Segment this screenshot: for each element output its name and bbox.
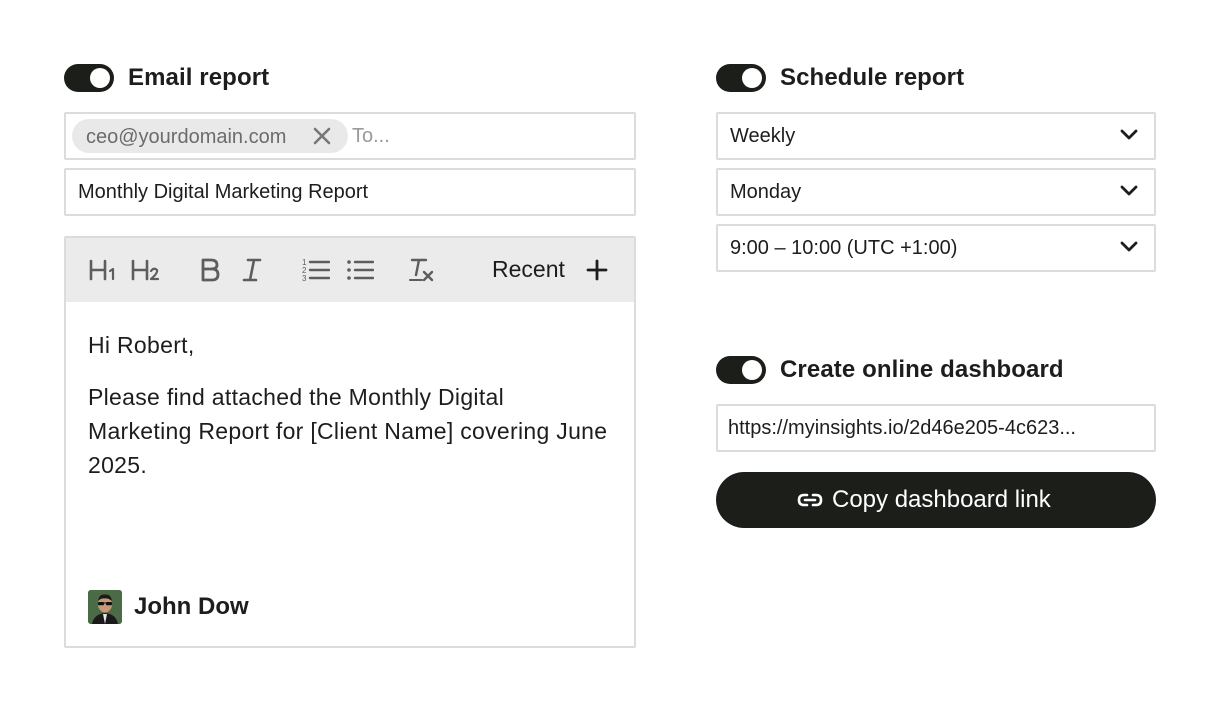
dashboard-url-field[interactable]: https://myinsights.io/2d46e205-4c623...	[716, 404, 1156, 452]
online-dashboard-toggle[interactable]	[716, 356, 766, 384]
email-greeting: Hi Robert,	[88, 332, 195, 358]
frequency-select[interactable]: Weekly	[716, 112, 1156, 160]
frequency-value: Weekly	[730, 125, 796, 147]
signer-name: John Dow	[134, 593, 249, 620]
day-value: Monday	[730, 181, 802, 203]
copy-dashboard-link-label: Copy dashboard link	[832, 486, 1051, 513]
editor-toolbar: 1 2 3 Recent	[66, 238, 634, 302]
avatar-portrait-icon	[88, 590, 122, 624]
heading-1-icon[interactable]	[88, 254, 120, 286]
email-editor[interactable]: 1 2 3 Recent Hi Robert, Please find atta…	[64, 236, 636, 648]
time-select[interactable]: 9:00 – 10:00 (UTC +1:00)	[716, 224, 1156, 272]
online-dashboard-title: Create online dashboard	[780, 356, 1064, 383]
time-value: 9:00 – 10:00 (UTC +1:00)	[730, 237, 958, 259]
recipients-field[interactable]: ceo@yourdomain.com	[64, 112, 636, 160]
toggle-knob	[742, 360, 762, 380]
italic-icon[interactable]	[240, 254, 264, 286]
recent-button[interactable]: Recent	[492, 256, 565, 283]
toggle-knob	[742, 68, 762, 88]
day-select[interactable]: Monday	[716, 168, 1156, 216]
recipient-chip: ceo@yourdomain.com	[72, 119, 348, 153]
toggle-knob	[90, 68, 110, 88]
heading-2-icon[interactable]	[130, 254, 162, 286]
svg-text:3: 3	[302, 274, 307, 283]
email-report-title: Email report	[128, 64, 270, 91]
schedule-report-toggle[interactable]	[716, 64, 766, 92]
bullet-list-icon[interactable]	[346, 254, 374, 286]
avatar	[88, 590, 122, 624]
subject-field[interactable]: Monthly Digital Marketing Report	[64, 168, 636, 216]
chevron-down-icon	[1120, 185, 1138, 196]
recipient-chip-label: ceo@yourdomain.com	[86, 126, 287, 148]
dashboard-url: https://myinsights.io/2d46e205-4c623...	[728, 417, 1076, 439]
subject-text: Monthly Digital Marketing Report	[78, 181, 369, 203]
clear-format-icon[interactable]	[408, 254, 436, 286]
numbered-list-icon[interactable]: 1 2 3	[302, 254, 330, 286]
remove-recipient-icon[interactable]	[312, 126, 332, 146]
email-body-paragraph: Please find attached the Monthly Digital…	[88, 384, 608, 478]
schedule-report-title: Schedule report	[780, 64, 965, 91]
chevron-down-icon	[1120, 129, 1138, 140]
plus-icon[interactable]	[586, 259, 608, 281]
copy-dashboard-link-button[interactable]: Copy dashboard link	[716, 472, 1156, 528]
bold-icon[interactable]	[198, 254, 222, 286]
chevron-down-icon	[1120, 241, 1138, 252]
to-input[interactable]	[352, 120, 622, 152]
link-icon	[797, 493, 823, 507]
email-report-toggle[interactable]	[64, 64, 114, 92]
